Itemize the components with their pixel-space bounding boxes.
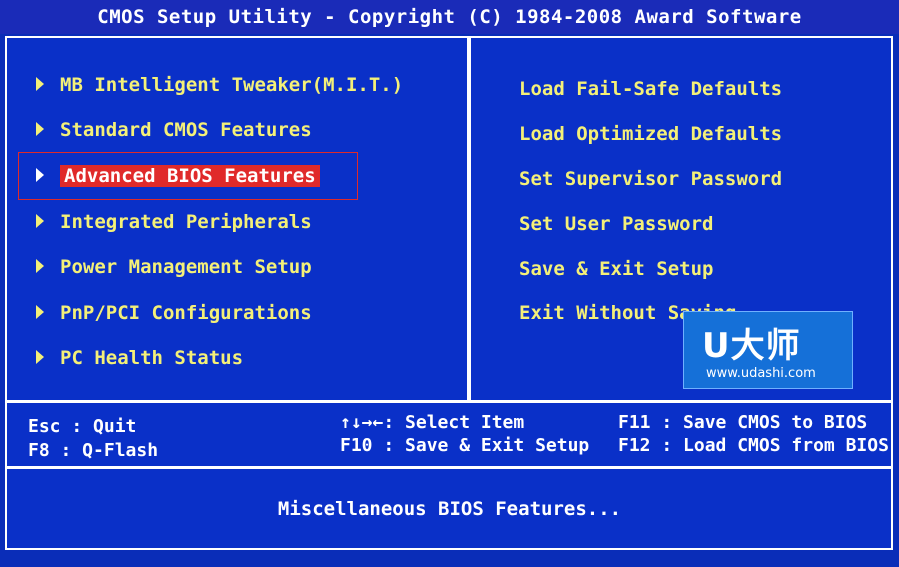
help-arrows: ↑↓→←: Select Item [340, 412, 525, 433]
status-description: Miscellaneous BIOS Features... [277, 498, 622, 520]
window-title: CMOS Setup Utility - Copyright (C) 1984-… [0, 0, 899, 34]
menu-item-standard-cmos[interactable]: Standard CMOS Features [36, 115, 312, 145]
triangle-right-icon [36, 258, 44, 273]
menu-item-pnp-pci[interactable]: PnP/PCI Configurations [36, 298, 312, 328]
menu-item-pc-health[interactable]: PC Health Status [36, 343, 243, 373]
menu-item-advanced-bios[interactable]: Advanced BIOS Features [36, 161, 320, 191]
triangle-right-icon [36, 167, 44, 182]
help-f12: F12 : Load CMOS from BIOS [618, 435, 889, 456]
watermark-url: www.udashi.com [706, 366, 816, 381]
help-f11: F11 : Save CMOS to BIOS [618, 412, 868, 433]
menu-item-integrated-peripherals[interactable]: Integrated Peripherals [36, 207, 312, 237]
menu-item-label: PC Health Status [60, 347, 244, 369]
vertical-divider [467, 36, 471, 400]
menu-item-label: PnP/PCI Configurations [60, 302, 312, 324]
menu-item-save-exit[interactable]: Save & Exit Setup [519, 254, 713, 284]
bios-frame [5, 36, 893, 550]
menu-item-set-user-password[interactable]: Set User Password [519, 209, 713, 239]
triangle-right-icon [36, 76, 44, 91]
help-divider [5, 400, 893, 403]
menu-item-load-fail-safe[interactable]: Load Fail-Safe Defaults [519, 74, 782, 104]
menu-item-label: MB Intelligent Tweaker(M.I.T.) [60, 74, 404, 96]
status-divider [5, 466, 893, 469]
menu-item-label: Integrated Peripherals [60, 211, 312, 233]
help-f10: F10 : Save & Exit Setup [340, 435, 590, 456]
menu-item-power-management[interactable]: Power Management Setup [36, 252, 312, 282]
udashi-watermark: U大师 www.udashi.com [683, 311, 853, 389]
menu-item-label: Power Management Setup [60, 256, 312, 278]
menu-item-label: Standard CMOS Features [60, 119, 312, 141]
triangle-right-icon [36, 121, 44, 136]
triangle-right-icon [36, 213, 44, 228]
help-esc: Esc : Quit [28, 416, 137, 437]
menu-item-load-optimized[interactable]: Load Optimized Defaults [519, 119, 782, 149]
triangle-right-icon [36, 304, 44, 319]
watermark-brand: U大师 [702, 326, 801, 366]
menu-item-set-supervisor-password[interactable]: Set Supervisor Password [519, 164, 782, 194]
help-f8: F8 : Q-Flash [28, 440, 159, 461]
menu-item-mit[interactable]: MB Intelligent Tweaker(M.I.T.) [36, 70, 403, 100]
triangle-right-icon [36, 349, 44, 364]
menu-item-label: Advanced BIOS Features [60, 165, 320, 187]
